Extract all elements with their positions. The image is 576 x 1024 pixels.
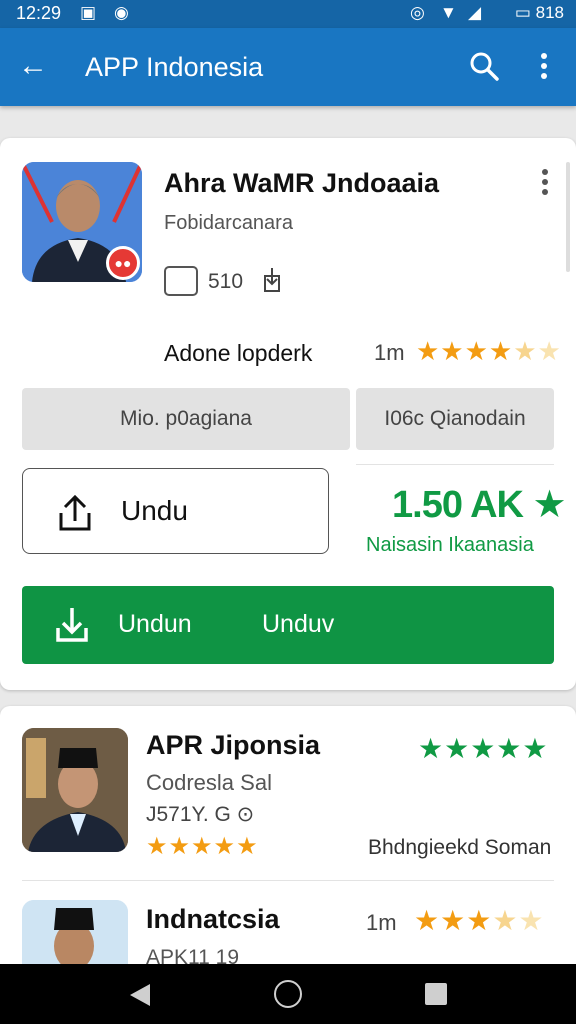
list-item-1-title[interactable]: APR Jiponsia [146, 730, 320, 761]
sync-icon: ◉ [114, 3, 129, 22]
list-item-1-developer: Codresla Sal [146, 770, 272, 795]
content-rating-icon [164, 266, 198, 296]
install-button[interactable]: Undun Unduv [22, 586, 554, 664]
notification-icon: ▣ [80, 3, 97, 22]
download-icon [56, 608, 88, 642]
list-item-1-rating: ★★★★★ [146, 833, 259, 860]
gray-button-left[interactable]: Mio. p0agiana [22, 388, 350, 450]
app-list-card: APR Jiponsia ★★★★★ Codresla Sal J571Y. G… [0, 706, 576, 1006]
nav-recents-icon[interactable] [425, 983, 447, 1005]
nav-back-icon[interactable] [128, 982, 152, 1008]
back-arrow-icon[interactable]: ← [18, 48, 48, 84]
status-bar: 12:29 ▣ ◉ ◎ ▼ ◢ ▭ 818 [0, 0, 576, 28]
status-time: 12:29 [16, 3, 62, 23]
record-badge-icon: ●● [106, 246, 140, 280]
signal-icon: ◢ [468, 3, 482, 22]
big-rating: 1.50 AK ★ [392, 484, 567, 526]
nav-home-icon[interactable] [274, 980, 302, 1008]
portrait-image [22, 728, 128, 852]
list-item-2-time: 1m [366, 910, 397, 935]
battery-text: 818 [535, 3, 564, 22]
app-size: 510 [208, 270, 244, 293]
list-item-2-rating: ★★★★★ [414, 905, 545, 936]
hotspot-icon: ◎ [410, 3, 425, 22]
big-rating-subtitle: Naisasin Ikaanasia [366, 534, 534, 556]
gray-button-right[interactable]: I06c Qianodain [356, 388, 554, 450]
install-label: Undun [118, 610, 192, 638]
more-vert-icon[interactable] [530, 48, 558, 84]
share-icon [59, 494, 91, 531]
battery-icon: ▭ [514, 3, 531, 22]
app-developer[interactable]: Fobidarcanara [164, 212, 293, 235]
info-label: Adone lopderk [164, 340, 313, 366]
featured-app-card: ●● Ahra WaMR Jndoaaia Fobidarcanara 510 … [0, 138, 576, 690]
install-label-secondary: Unduv [262, 610, 335, 638]
share-button-label: Undu [121, 495, 188, 526]
battery-level: ▭ 818 [515, 3, 564, 23]
list-item-1-icon[interactable] [22, 728, 128, 852]
card-menu-icon[interactable] [538, 168, 552, 196]
app-title[interactable]: Ahra WaMR Jndoaaia [164, 168, 439, 199]
scrollbar[interactable] [566, 162, 570, 272]
rating-stars: ★★★★★★ [416, 336, 562, 366]
system-nav-bar [0, 964, 576, 1024]
list-item-1-developer-right: Bhdngieekd Soman [368, 836, 552, 859]
list-item-1-rating-top: ★★★★★ [418, 733, 549, 764]
share-button[interactable]: Undu [22, 468, 329, 554]
search-icon[interactable] [466, 48, 502, 84]
info-time: 1m [374, 340, 405, 365]
app-icon[interactable]: ●● [22, 162, 142, 282]
divider [356, 464, 554, 465]
wifi-icon: ▼ [440, 3, 457, 22]
download-small-icon [264, 268, 280, 292]
page-title: APP Indonesia [85, 52, 264, 82]
divider [22, 880, 554, 881]
list-item-2-title[interactable]: Indnatcsia [146, 904, 280, 935]
list-item-1-meta: J571Y. G ⊙ [146, 803, 255, 826]
app-bar: ← APP Indonesia [0, 28, 576, 106]
